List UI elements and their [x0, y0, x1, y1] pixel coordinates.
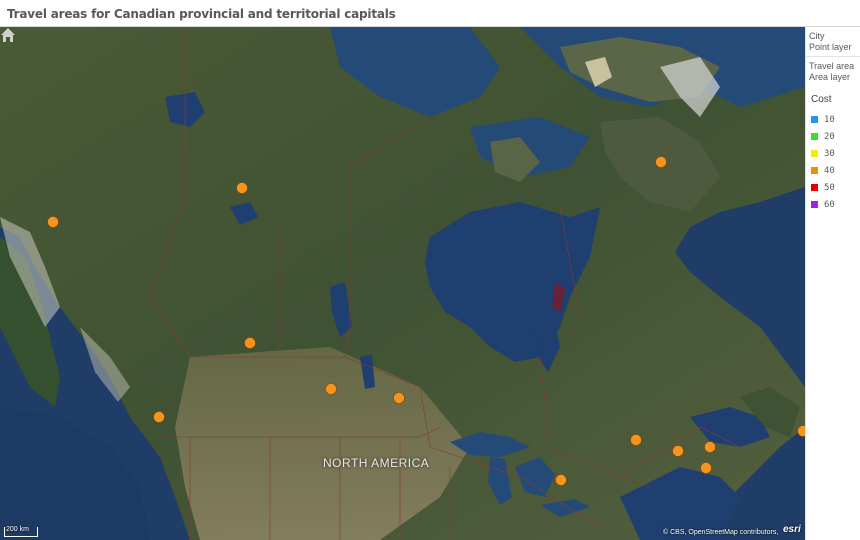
point-layer-type: Point layer: [809, 42, 852, 52]
legend-item: 50: [811, 179, 860, 196]
legend-swatch: [811, 150, 818, 157]
city-marker[interactable]: [700, 462, 712, 474]
legend-item: 10: [811, 111, 860, 128]
area-layer-name: Travel area: [809, 61, 855, 71]
city-marker[interactable]: [797, 425, 806, 437]
city-marker[interactable]: [325, 383, 337, 395]
city-marker[interactable]: [47, 216, 59, 228]
legend-swatch: [811, 116, 818, 123]
legend-value: 60: [824, 199, 835, 210]
legend-heading: Cost: [811, 94, 832, 105]
legend-panel: City Point layer Travel area Area layer …: [805, 27, 860, 540]
scale-label: 200 km: [6, 526, 29, 533]
legend-point-layer[interactable]: City Point layer: [806, 27, 860, 57]
legend-swatch: [811, 167, 818, 174]
map-attribution: © CBS, OpenStreetMap contributors,: [663, 529, 779, 536]
legend-swatch: [811, 133, 818, 140]
legend-value: 30: [824, 148, 835, 159]
legend-area-layer[interactable]: Travel area Area layer: [806, 57, 860, 86]
city-marker[interactable]: [236, 182, 248, 194]
legend-value: 20: [824, 131, 835, 142]
legend-items: 10 20 30 40 50 60: [806, 111, 860, 213]
city-marker[interactable]: [393, 392, 405, 404]
legend-swatch: [811, 184, 818, 191]
legend-swatch: [811, 201, 818, 208]
region-label: NORTH AMERICA: [323, 456, 430, 470]
city-marker[interactable]: [704, 441, 716, 453]
city-marker[interactable]: [630, 434, 642, 446]
city-marker[interactable]: [655, 156, 667, 168]
chart-title: Travel areas for Canadian provincial and…: [7, 7, 396, 21]
city-marker[interactable]: [244, 337, 256, 349]
esri-logo: esri: [783, 524, 801, 535]
legend-value: 40: [824, 165, 835, 176]
legend-item: 40: [811, 162, 860, 179]
city-marker[interactable]: [153, 411, 165, 423]
legend-item: 30: [811, 145, 860, 162]
map-viewport[interactable]: NORTH AMERICA 200 km © CBS, OpenStreetMa…: [0, 27, 805, 540]
legend-item: 20: [811, 128, 860, 145]
city-marker[interactable]: [555, 474, 567, 486]
title-bar: Travel areas for Canadian provincial and…: [0, 0, 860, 27]
legend-item: 60: [811, 196, 860, 213]
app-window: Travel areas for Canadian provincial and…: [0, 0, 860, 540]
legend-value: 10: [824, 114, 835, 125]
legend-value: 50: [824, 182, 835, 193]
home-icon[interactable]: [0, 27, 16, 43]
area-layer-type: Area layer: [809, 72, 851, 82]
point-layer-name: City: [809, 31, 825, 41]
city-marker[interactable]: [672, 445, 684, 457]
